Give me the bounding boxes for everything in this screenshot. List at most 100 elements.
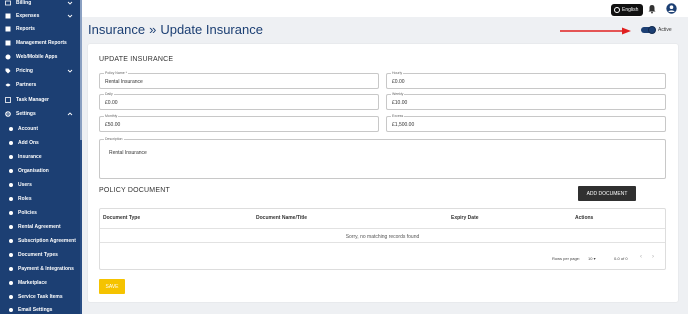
header-divider xyxy=(100,228,665,229)
sidebar-subitem-label: Subscription Agreement xyxy=(18,238,76,244)
bullet-icon xyxy=(9,281,13,285)
bullet-icon xyxy=(9,127,13,131)
bullet-icon xyxy=(9,253,13,257)
breadcrumb-current: Update Insurance xyxy=(160,22,263,37)
globe-icon xyxy=(614,7,620,13)
policy-name-value: Rental Insurance xyxy=(105,79,143,85)
sidebar-subitem-organisation[interactable]: Organisation xyxy=(0,164,82,178)
sidebar-item-label: Partners xyxy=(16,82,37,88)
sidebar-subitem-marketplace[interactable]: Marketplace xyxy=(0,276,82,290)
sidebar-item-reports[interactable]: Reports xyxy=(0,22,82,36)
sidebar-subitem-label: Organisation xyxy=(18,168,49,174)
task-manager-icon xyxy=(5,97,11,103)
save-button[interactable]: SAVE xyxy=(99,279,125,294)
sidebar-item-task-manager[interactable]: Task Manager xyxy=(0,93,82,107)
sidebar-scrollbar-thumb[interactable] xyxy=(80,0,82,140)
description-value: Rental Insurance xyxy=(109,150,147,156)
excess-field[interactable]: Excess £1,500.00 xyxy=(386,114,666,132)
caret-down-icon: ▾ xyxy=(593,256,596,261)
apps-icon xyxy=(5,54,11,60)
chevron-up-icon xyxy=(67,112,73,116)
sidebar-subitem-label: Account xyxy=(18,126,38,132)
partners-icon xyxy=(5,82,11,88)
previous-page-icon[interactable]: ‹ xyxy=(640,254,642,260)
bullet-icon xyxy=(9,308,13,312)
sidebar-subitem-add-ons[interactable]: Add Ons xyxy=(0,136,82,150)
sidebar-subitem-label: Insurance xyxy=(18,154,42,160)
sidebar-subitem-label: Marketplace xyxy=(18,280,47,286)
daily-field[interactable]: Daily £0.00 xyxy=(99,92,379,110)
bullet-icon xyxy=(9,225,13,229)
hourly-field[interactable]: Hourly £0.00 xyxy=(386,71,666,89)
sidebar-subitem-label: Roles xyxy=(18,196,32,202)
sidebar-item-web-mobile-apps[interactable]: Web/Mobile Apps xyxy=(0,50,82,64)
sidebar-subitem-service-task-items[interactable]: Service Task Items xyxy=(0,290,82,304)
sidebar-item-expenses[interactable]: Expenses xyxy=(0,9,82,23)
sidebar-item-settings[interactable]: Settings xyxy=(0,107,82,121)
top-bar xyxy=(82,0,688,17)
expenses-icon xyxy=(5,13,11,19)
next-page-icon[interactable]: › xyxy=(652,254,654,260)
add-document-button[interactable]: ADD DOCUMENT xyxy=(578,186,636,201)
sidebar-subitem-email-settings[interactable]: Email Settings xyxy=(0,303,82,314)
sidebar-subitem-insurance[interactable]: Insurance xyxy=(0,150,82,164)
sidebar-subitem-label: Service Task Items xyxy=(18,294,63,300)
sidebar-item-label: Expenses xyxy=(16,13,40,19)
column-header-actions: Actions xyxy=(575,215,594,221)
sidebar: Billing Expenses Reports Management Repo… xyxy=(0,0,82,314)
bullet-icon xyxy=(9,239,13,243)
weekly-field[interactable]: Weekly £10.00 xyxy=(386,92,666,110)
sidebar-subitem-subscription-agreement[interactable]: Subscription Agreement xyxy=(0,234,82,248)
column-header-document-name[interactable]: Document Name/Title xyxy=(256,215,307,221)
user-account-icon[interactable] xyxy=(666,3,677,14)
sidebar-item-pricing[interactable]: Pricing xyxy=(0,64,82,78)
sidebar-item-management-reports[interactable]: Management Reports xyxy=(0,36,82,50)
toggle-knob xyxy=(648,26,656,34)
sidebar-item-label: Pricing xyxy=(16,68,33,74)
monthly-field[interactable]: Monthly £50.00 xyxy=(99,114,379,132)
update-insurance-heading: UPDATE INSURANCE xyxy=(99,56,174,63)
description-label: Description xyxy=(104,137,124,141)
management-reports-icon xyxy=(5,40,11,46)
policy-name-field[interactable]: Policy Name * Rental Insurance xyxy=(99,71,379,89)
language-button[interactable]: English xyxy=(611,4,643,16)
description-textarea[interactable]: Description Rental Insurance xyxy=(99,137,666,179)
bullet-icon xyxy=(9,211,13,215)
column-header-expiry-date[interactable]: Expiry Date xyxy=(451,215,479,221)
bullet-icon xyxy=(9,295,13,299)
hourly-value: £0.00 xyxy=(392,79,405,85)
sidebar-subitem-payment-integrations[interactable]: Payment & Integrations xyxy=(0,262,82,276)
daily-label: Daily xyxy=(104,92,114,96)
breadcrumb-parent[interactable]: Insurance xyxy=(88,22,145,37)
breadcrumb-separator: » xyxy=(149,22,157,37)
sidebar-subitem-label: Document Types xyxy=(18,252,58,258)
rows-per-page-value: 10 xyxy=(588,256,593,261)
sidebar-subitem-label: Users xyxy=(18,182,32,188)
sidebar-subitem-rental-agreement[interactable]: Rental Agreement xyxy=(0,220,82,234)
sidebar-subitem-label: Payment & Integrations xyxy=(18,266,74,272)
sidebar-subitem-account[interactable]: Account xyxy=(0,122,82,136)
row-divider xyxy=(100,242,665,243)
excess-value: £1,500.00 xyxy=(392,122,415,128)
monthly-value: £50.00 xyxy=(105,122,121,128)
bullet-icon xyxy=(9,155,13,159)
sidebar-item-partners[interactable]: Partners xyxy=(0,78,82,92)
reports-icon xyxy=(5,26,11,32)
sidebar-subitem-policies[interactable]: Policies xyxy=(0,206,82,220)
pagination-count: 0-0 of 0 xyxy=(614,256,628,261)
sidebar-subitem-users[interactable]: Users xyxy=(0,178,82,192)
billing-icon xyxy=(5,0,11,6)
active-label: Active xyxy=(658,27,672,33)
sidebar-subitem-document-types[interactable]: Document Types xyxy=(0,248,82,262)
sidebar-item-label: Web/Mobile Apps xyxy=(16,54,58,60)
page-title: Insurance » Update Insurance xyxy=(88,22,263,37)
active-toggle[interactable] xyxy=(641,26,656,34)
red-arrow-annotation xyxy=(560,27,631,35)
weekly-label: Weekly xyxy=(391,92,405,96)
column-header-document-type[interactable]: Document Type xyxy=(103,215,140,221)
policy-document-heading: POLICY DOCUMENT xyxy=(99,187,170,194)
rows-per-page-select[interactable]: 10 ▾ xyxy=(588,256,596,261)
sidebar-subitem-roles[interactable]: Roles xyxy=(0,192,82,206)
bullet-icon xyxy=(9,183,13,187)
bell-icon[interactable] xyxy=(647,4,657,14)
